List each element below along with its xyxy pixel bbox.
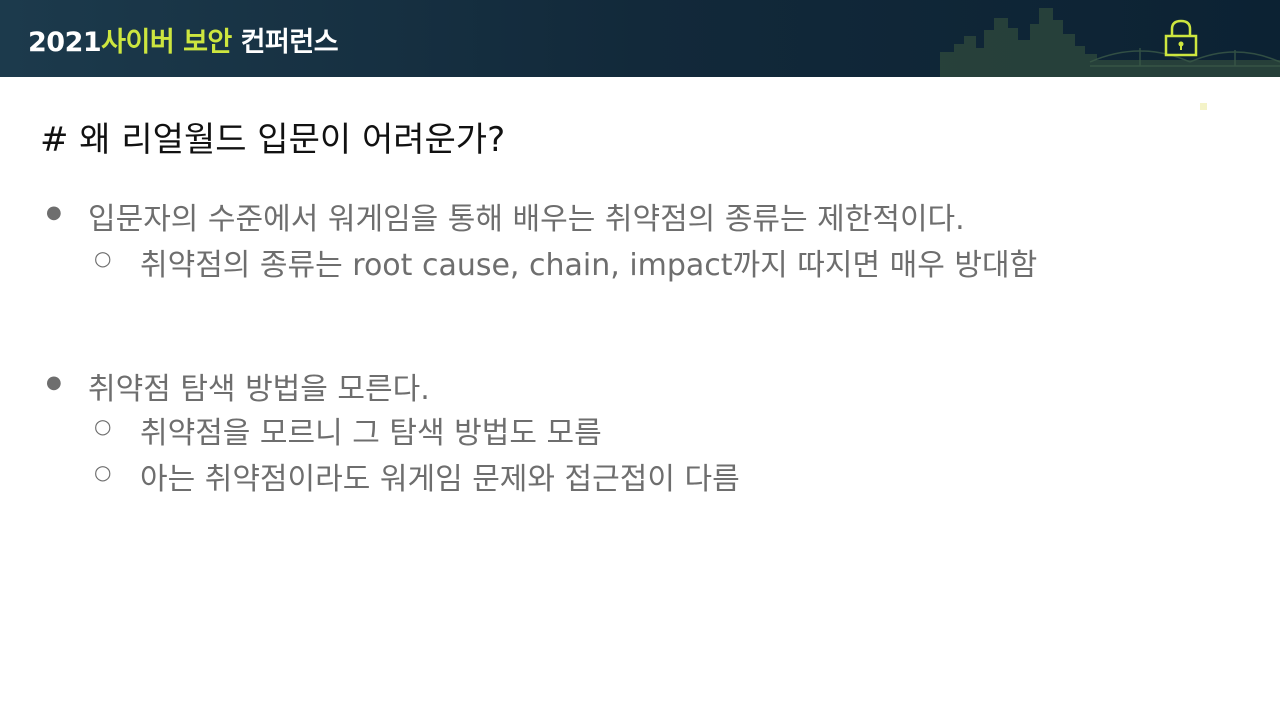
padlock-icon bbox=[1164, 19, 1198, 57]
sub-bullet-text: 취약점의 종류는 root cause, chain, impact까지 따지면… bbox=[140, 248, 1038, 283]
slide: 2021사이버 보안 컨퍼런스 # 왜 리얼월드 입문이 어려운가? ● 입문자… bbox=[0, 0, 1280, 720]
bullet-text: 입문자의 수준에서 워게임을 통해 배우는 취약점의 종류는 제한적이다. bbox=[88, 202, 965, 237]
bullet-marker: ● bbox=[46, 202, 62, 223]
title-year: 2021 bbox=[28, 27, 102, 58]
title-rest: 컨퍼런스 bbox=[240, 27, 339, 58]
decorative-dot bbox=[1200, 103, 1207, 110]
sub-bullet-marker: ○ bbox=[94, 414, 112, 438]
title-highlight: 사이버 보안 bbox=[101, 27, 232, 58]
conference-title: 2021사이버 보안 컨퍼런스 bbox=[28, 20, 339, 59]
city-skyline-graphic bbox=[940, 8, 1280, 77]
sub-bullet-text: 아는 취약점이라도 워게임 문제와 접근접이 다름 bbox=[140, 462, 740, 497]
bullet-marker: ● bbox=[46, 372, 62, 393]
sub-bullet-marker: ○ bbox=[94, 246, 112, 270]
sub-bullet-marker: ○ bbox=[94, 460, 112, 484]
sub-bullet-text: 취약점을 모르니 그 탐색 방법도 모름 bbox=[140, 416, 602, 451]
bullet-text: 취약점 탐색 방법을 모른다. bbox=[88, 372, 430, 407]
header-bar: 2021사이버 보안 컨퍼런스 bbox=[0, 0, 1280, 77]
slide-heading: # 왜 리얼월드 입문이 어려운가? bbox=[40, 120, 506, 160]
